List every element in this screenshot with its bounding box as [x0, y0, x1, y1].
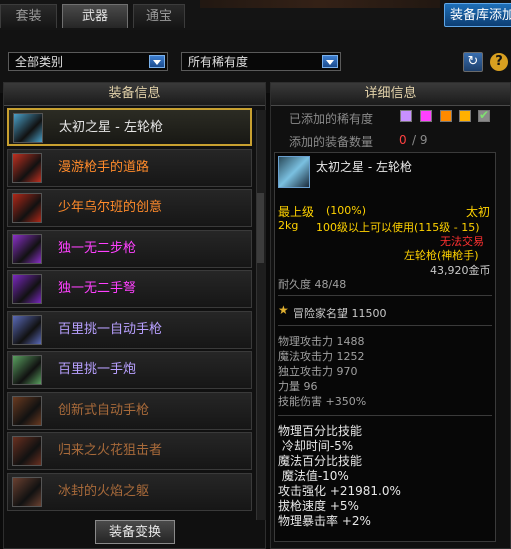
detail-stat-line: 技能伤害 +350% [278, 395, 367, 408]
equipment-list-item-name: 归来之火花狙击者 [58, 443, 163, 458]
weapon-icon [12, 152, 42, 183]
detail-rarity: 太初 [466, 205, 491, 219]
equipment-list-item[interactable]: 百里挑一手炮 [7, 351, 252, 389]
refresh-icon[interactable]: ↻ [463, 52, 483, 72]
rarity-select-value: 所有稀有度 [188, 55, 249, 69]
detail-reputation: 冒险家名望 11500 [293, 307, 387, 320]
equipment-list-item[interactable]: 独一无二步枪 [7, 229, 252, 268]
added-count-label: 添加的装备数量 [289, 135, 374, 149]
equipment-list-item[interactable]: 创新式自动手枪 [7, 391, 252, 430]
tab-set[interactable]: 套装 [0, 4, 57, 28]
weapon-icon [12, 274, 42, 304]
equipment-list-item[interactable]: 漫游枪手的道路 [7, 148, 252, 187]
detail-info-title: 详细信息 [271, 83, 510, 106]
checkmark-icon: ✔ [479, 108, 490, 122]
equipment-list-item[interactable]: 百里挑一自动手枪 [7, 310, 252, 349]
category-select[interactable]: 全部类别 [8, 52, 168, 71]
chevron-down-icon[interactable] [322, 55, 338, 68]
detail-grade-pct: (100%) [326, 204, 367, 217]
added-count-total: / 9 [412, 133, 428, 147]
weapon-icon [12, 314, 42, 345]
equipment-list-item[interactable]: 太初之星 - 左轮枪 [7, 108, 252, 146]
detail-grade: 最上级 [278, 205, 315, 219]
equipment-list-item-name: 百里挑一自动手枪 [58, 321, 163, 337]
equipment-info-panel: 装备信息 太初之星 - 左轮枪 漫游枪手的道路 少年乌尔班的创意 独一无二步枪 独一无二… [3, 82, 266, 549]
detail-stat-line: 独立攻击力 970 [278, 365, 358, 378]
rarity-select[interactable]: 所有稀有度 [181, 52, 341, 71]
equipment-swap-button[interactable]: 装备变换 [95, 520, 175, 544]
detail-stat-line: 力量 96 [278, 380, 318, 393]
rarity-swatch-rare[interactable] [400, 110, 412, 122]
equipment-list-item-name: 漫游枪手的道路 [58, 159, 150, 175]
equipment-list-item-name: 少年乌尔班的创意 [58, 200, 163, 215]
equipment-list-item[interactable]: 归来之火花狙击者 [7, 432, 252, 470]
equipment-list-item-name: 独一无二步枪 [58, 240, 137, 256]
rarity-swatch-epic[interactable] [459, 110, 471, 122]
scrollbar-thumb[interactable] [257, 193, 264, 263]
add-to-equipment-library-button[interactable]: 装备库添加 [444, 3, 511, 27]
equipment-info-title: 装备信息 [4, 83, 265, 106]
scrollbar-track[interactable] [256, 110, 266, 520]
weapon-icon [12, 436, 42, 466]
tab-treasure[interactable]: 通宝 [133, 4, 185, 28]
weapon-icon [12, 395, 42, 426]
divider [278, 325, 492, 326]
category-select-value: 全部类别 [15, 55, 64, 69]
detail-stat-line: 物理攻击力 1488 [278, 335, 365, 348]
reputation-icon: ★ [278, 303, 289, 317]
detail-stat-line: 魔法攻击力 1252 [278, 350, 365, 363]
detail-effect-line: 物理暴击率 +2% [278, 514, 371, 528]
equipment-list-item[interactable]: 冰封的火焰之躯 [7, 472, 252, 511]
divider [278, 295, 492, 296]
chevron-down-icon[interactable] [149, 55, 165, 68]
rarity-swatch-legendary[interactable] [440, 110, 452, 122]
detail-price: 43,920金币 [430, 264, 491, 277]
equipment-list-item-name: 太初之星 - 左轮枪 [59, 120, 163, 135]
equipment-list-item-name: 创新式自动手枪 [58, 402, 150, 418]
detail-weight: 2kg [278, 219, 299, 232]
banner-decoration [200, 0, 440, 8]
weapon-icon [12, 233, 42, 264]
detail-item-name: 太初之星 - 左轮枪 [316, 160, 412, 174]
rarity-swatch-unique[interactable] [420, 110, 432, 122]
tab-weapon[interactable]: 武器 [62, 4, 128, 28]
rarity-swatch-all[interactable]: ✔ [478, 108, 490, 122]
equipment-list-item[interactable]: 独一无二手弩 [7, 270, 252, 308]
weapon-icon [13, 113, 43, 143]
detail-item-type: 左轮枪(神枪手) [404, 249, 479, 262]
weapon-icon [12, 193, 42, 223]
equipment-list-item[interactable]: 少年乌尔班的创意 [7, 189, 252, 227]
equipment-list-item-name: 独一无二手弩 [58, 281, 137, 296]
detail-durability: 耐久度 48/48 [278, 278, 347, 291]
added-rarity-label: 已添加的稀有度 [289, 112, 374, 126]
equipment-list-item-name: 冰封的火焰之躯 [58, 483, 150, 499]
weapon-icon [12, 355, 42, 385]
revolver-icon [278, 156, 310, 188]
help-icon[interactable]: ? [490, 53, 508, 71]
weapon-icon [12, 476, 42, 507]
divider [278, 415, 492, 416]
equipment-list-item-name: 百里挑一手炮 [58, 362, 137, 377]
added-count-value: 0 [399, 133, 407, 147]
